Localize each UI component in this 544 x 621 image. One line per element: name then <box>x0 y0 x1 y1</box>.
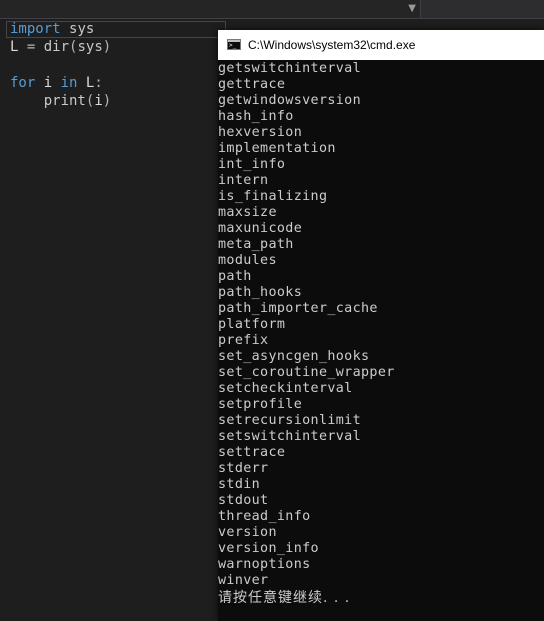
code-token: import <box>10 21 61 37</box>
console-line: meta_path <box>218 237 294 252</box>
console-line: warnoptions <box>218 557 311 572</box>
window-title: C:\Windows\system32\cmd.exe <box>248 38 416 52</box>
console-line: is_finalizing <box>218 189 328 204</box>
console-line: set_coroutine_wrapper <box>218 365 395 380</box>
console-line: platform <box>218 317 286 332</box>
code-token: ) <box>102 39 112 55</box>
editor-navigation-bar: ▼ <box>0 0 544 19</box>
console-line: version_info <box>218 541 319 556</box>
console-line: version <box>218 525 277 540</box>
code-token: ) <box>102 93 112 109</box>
console-line: path <box>218 269 252 284</box>
console-line: stderr <box>218 461 269 476</box>
code-token: i <box>94 93 103 109</box>
console-line: hash_info <box>218 109 294 124</box>
code-token: = <box>18 39 44 55</box>
console-line: winver <box>218 573 269 588</box>
console-line: maxsize <box>218 205 277 220</box>
code-token: print <box>43 93 86 109</box>
console-line: intern <box>218 173 269 188</box>
console-icon: >_ <box>227 39 241 50</box>
console-line: stdout <box>218 493 269 508</box>
console-line: hexversion <box>218 125 303 140</box>
code-token: i <box>43 75 53 91</box>
code-token: : <box>94 75 103 91</box>
console-line: prefix <box>218 333 269 348</box>
console-line: setrecursionlimit <box>218 413 362 428</box>
secondary-dropdown[interactable] <box>422 0 544 18</box>
console-line: set_asyncgen_hooks <box>218 349 370 364</box>
console-line: modules <box>218 253 277 268</box>
console-line: getswitchinterval <box>218 61 362 76</box>
console-line: maxunicode <box>218 221 303 236</box>
console-line: setcheckinterval <box>218 381 353 396</box>
console-line: thread_info <box>218 509 311 524</box>
member-dropdown[interactable]: ▼ <box>0 0 421 18</box>
console-output: getswitchinterval gettrace getwindowsversi… <box>218 61 544 607</box>
chevron-down-icon[interactable]: ▼ <box>408 2 416 16</box>
console-line: settrace <box>218 445 286 460</box>
console-line: gettrace <box>218 77 286 92</box>
console-line: stdin <box>218 477 261 492</box>
code-token: dir <box>43 39 70 55</box>
screen: ▼ import sys L = dir(sys) for i in L: prin… <box>0 0 544 621</box>
console-line: setswitchinterval <box>218 429 362 444</box>
code-token: sys <box>77 39 103 55</box>
console-line: implementation <box>218 141 336 156</box>
console-line: int_info <box>218 157 286 172</box>
cmd-window[interactable]: >_ C:\Windows\system32\cmd.exe getswitch… <box>218 30 544 621</box>
code-token: sys <box>69 21 95 37</box>
code-token: in <box>60 75 78 91</box>
press-any-key-prompt: 请按任意键继续. . . <box>218 590 351 606</box>
console-line: getwindowsversion <box>218 93 362 108</box>
console-line: path_importer_cache <box>218 301 378 316</box>
console-line: setprofile <box>218 397 303 412</box>
cmd-titlebar[interactable]: >_ C:\Windows\system32\cmd.exe <box>218 30 544 60</box>
code-token: for <box>10 75 36 91</box>
console-line: path_hooks <box>218 285 303 300</box>
